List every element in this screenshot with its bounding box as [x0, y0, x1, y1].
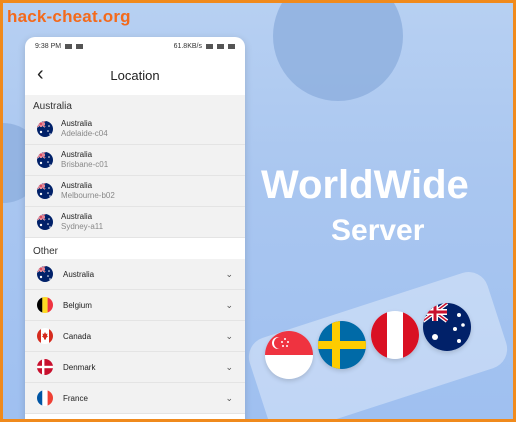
- country-name: Denmark: [63, 362, 96, 372]
- app-promo-frame: hack-cheat.org WorldWide Server 9:38 PM …: [0, 0, 516, 422]
- back-icon[interactable]: ‹: [37, 64, 44, 84]
- australia-flag-icon: [37, 183, 53, 199]
- server-country: Australia: [61, 181, 93, 190]
- canada-flag-icon: [37, 328, 53, 344]
- notification-icon: [65, 43, 73, 49]
- country-name: France: [63, 393, 88, 403]
- server-name: Melbourne-b02: [61, 191, 115, 200]
- network-speed: 61.8KB/s: [173, 42, 202, 50]
- page-title: Location: [110, 67, 160, 83]
- country-name: Australia: [63, 269, 95, 279]
- phone-screen: 9:38 PM 61.8KB/s ‹ Location Australia Au…: [25, 37, 245, 419]
- status-time: 9:38 PM: [35, 42, 62, 50]
- section-header-australia: Australia: [25, 95, 245, 114]
- promo-title: WorldWide: [261, 163, 469, 207]
- france-flag-icon: [37, 390, 53, 406]
- country-row[interactable]: Belgium ⌄: [25, 290, 245, 321]
- australia-flag-icon: [37, 214, 53, 230]
- singapore-flag-icon: [265, 331, 313, 379]
- battery-icon: [228, 43, 235, 49]
- flag-notification-icon: [76, 43, 84, 49]
- belgium-flag-icon: [37, 297, 53, 313]
- country-name: Belgium: [63, 300, 92, 310]
- status-bar: 9:38 PM 61.8KB/s: [25, 37, 245, 55]
- section-header-other: Other: [25, 238, 245, 259]
- server-row[interactable]: Australia Brisbane-c01: [25, 145, 245, 176]
- server-name: Sydney-a11: [61, 222, 104, 231]
- server-row[interactable]: Australia Melbourne-b02: [25, 176, 245, 207]
- promo-subtitle: Server: [331, 214, 425, 247]
- australia-flag-icon: [423, 303, 471, 351]
- country-row[interactable]: France ⌄: [25, 383, 245, 414]
- decor-circle-top: [273, 3, 403, 101]
- wifi-icon: [217, 43, 224, 49]
- country-row[interactable]: Denmark ⌄: [25, 352, 245, 383]
- server-row[interactable]: Australia Sydney-a11: [25, 207, 245, 238]
- server-row[interactable]: Australia Adelaide-c04: [25, 114, 245, 145]
- country-row[interactable]: Australia ⌄: [25, 259, 245, 290]
- server-name: Adelaide-c04: [61, 129, 108, 138]
- chevron-down-icon[interactable]: ⌄: [225, 362, 233, 373]
- server-country: Australia: [61, 150, 93, 159]
- server-name: Brisbane-c01: [61, 160, 109, 169]
- chevron-down-icon[interactable]: ⌄: [225, 393, 233, 404]
- country-name: Canada: [63, 331, 92, 341]
- australia-flag-icon: [37, 266, 53, 282]
- chevron-down-icon[interactable]: ⌄: [225, 269, 233, 280]
- server-country: Australia: [61, 119, 93, 128]
- australia-flag-icon: [37, 121, 53, 137]
- sweden-flag-icon: [318, 321, 366, 369]
- australia-server-list: Australia Adelaide-c04 Australia Brisbane-…: [25, 114, 245, 238]
- watermark: hack-cheat.org: [7, 7, 131, 26]
- australia-flag-icon: [37, 152, 53, 168]
- top-bar: ‹ Location: [25, 55, 245, 95]
- country-row[interactable]: Canada ⌄: [25, 321, 245, 352]
- chevron-down-icon[interactable]: ⌄: [225, 300, 233, 311]
- promo-headline: WorldWide Server: [261, 163, 501, 247]
- denmark-flag-icon: [37, 359, 53, 375]
- chevron-down-icon[interactable]: ⌄: [225, 331, 233, 342]
- peru-flag-icon: [371, 311, 419, 359]
- server-country: Australia: [61, 212, 93, 221]
- signal-icon: [206, 43, 213, 49]
